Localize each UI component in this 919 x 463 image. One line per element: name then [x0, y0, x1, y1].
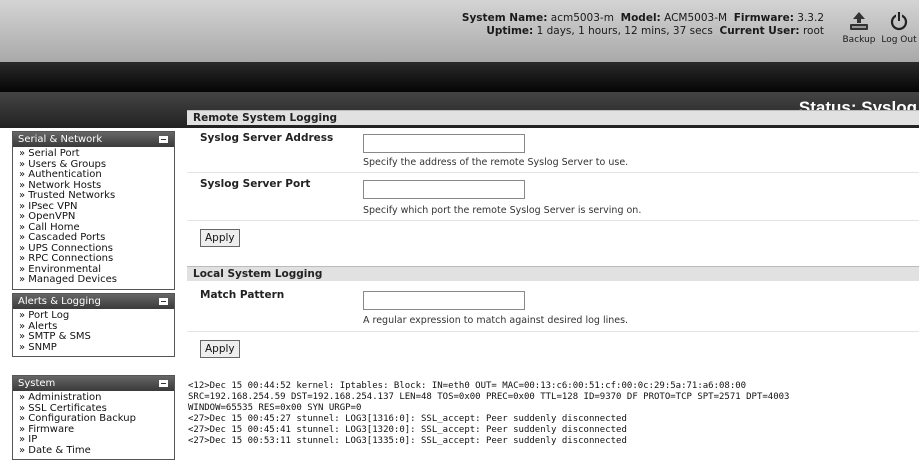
log-line: <27>Dec 15 00:53:11 stunnel: LOG3[1335:0…: [188, 436, 627, 446]
uptime: 1 days, 1 hours, 12 mins, 37 secs: [536, 25, 713, 37]
sidebar-panel-alerts-logging: Alerts & Logging Port Log Alerts SMTP & …: [12, 293, 175, 357]
collapse-icon[interactable]: [159, 136, 168, 143]
log-line: SRC=192.168.254.59 DST=192.168.254.137 L…: [188, 392, 790, 402]
sidebar-item-snmp[interactable]: SNMP: [19, 342, 170, 354]
divider: [187, 172, 919, 173]
match-pattern-input[interactable]: [363, 291, 525, 310]
sidebar-panel-header[interactable]: Serial & Network: [13, 132, 174, 147]
sidebar-item-port-log[interactable]: Port Log: [19, 310, 170, 322]
current-user: root: [802, 25, 824, 37]
sidebar-list: Administration SSL Certificates Configur…: [13, 391, 174, 459]
current-user-label: Current User:: [719, 25, 800, 37]
remote-apply-button[interactable]: Apply: [200, 229, 240, 247]
remote-logging-section-header: Remote System Logging: [187, 110, 919, 125]
sidebar-item-firmware[interactable]: Firmware: [19, 424, 170, 436]
syslog-server-port-help: Specify which port the remote Syslog Ser…: [363, 205, 642, 216]
sidebar-list: Port Log Alerts SMTP & SMS SNMP: [13, 309, 174, 356]
collapse-icon[interactable]: [159, 298, 168, 305]
local-apply-button[interactable]: Apply: [200, 340, 240, 358]
sidebar-item-rpc-connections[interactable]: RPC Connections: [19, 253, 170, 265]
log-line: <27>Dec 15 00:45:41 stunnel: LOG3[1320:0…: [188, 425, 627, 435]
system-name: acm5003-m: [550, 12, 614, 24]
match-pattern-help: A regular expression to match against de…: [363, 315, 629, 326]
sidebar-item-configuration-backup[interactable]: Configuration Backup: [19, 413, 170, 425]
nav-bar: [0, 62, 919, 92]
syslog-server-address-help: Specify the address of the remote Syslog…: [363, 157, 629, 168]
sidebar-panel-serial-network: Serial & Network Serial Port Users & Gro…: [12, 131, 175, 290]
sidebar-panel-header[interactable]: System: [13, 376, 174, 391]
syslog-output: <12>Dec 15 00:44:52 kernel: Iptables: Bl…: [188, 381, 919, 447]
syslog-server-address-label: Syslog Server Address: [200, 132, 334, 144]
panel-title: Alerts & Logging: [18, 296, 101, 307]
local-logging-section-header: Local System Logging: [187, 266, 919, 281]
system-name-label: System Name:: [461, 12, 548, 24]
panel-title: System: [18, 378, 56, 389]
backup-button[interactable]: Backup: [839, 10, 879, 45]
logout-button[interactable]: Log Out: [879, 10, 919, 45]
backup-icon: [839, 10, 879, 32]
divider: [187, 220, 919, 221]
sidebar-item-authentication[interactable]: Authentication: [19, 169, 170, 181]
panel-title: Serial & Network: [18, 134, 103, 145]
syslog-server-port-label: Syslog Server Port: [200, 178, 311, 190]
sidebar-item-openvpn[interactable]: OpenVPN: [19, 211, 170, 223]
sidebar-list: Serial Port Users & Groups Authenticatio…: [13, 147, 174, 289]
sidebar-item-managed-devices[interactable]: Managed Devices: [19, 274, 170, 286]
power-icon: [879, 10, 919, 32]
match-pattern-label: Match Pattern: [200, 289, 285, 301]
sidebar-item-smtp-sms[interactable]: SMTP & SMS: [19, 331, 170, 343]
syslog-server-port-input[interactable]: [363, 180, 525, 199]
top-header: System Name: acm5003-m Model: ACM5003-M …: [0, 0, 919, 62]
sidebar-item-administration[interactable]: Administration: [19, 392, 170, 404]
sidebar-item-trusted-networks[interactable]: Trusted Networks: [19, 190, 170, 202]
model: ACM5003-M: [664, 12, 728, 24]
backup-label: Backup: [842, 35, 876, 45]
firmware-version: 3.3.2: [797, 12, 824, 24]
logout-label: Log Out: [881, 35, 917, 45]
sidebar-panel-system: System Administration SSL Certificates C…: [12, 375, 175, 460]
log-line: <27>Dec 15 00:45:27 stunnel: LOG3[1316:0…: [188, 414, 627, 424]
sidebar-item-ip[interactable]: IP: [19, 434, 170, 446]
sidebar-item-date-time[interactable]: Date & Time: [19, 445, 170, 457]
log-line: WINDOW=65535 RES=0x00 SYN URGP=0: [188, 403, 362, 413]
collapse-icon[interactable]: [159, 380, 168, 387]
model-label: Model:: [620, 12, 661, 24]
sidebar-item-serial-port[interactable]: Serial Port: [19, 148, 170, 160]
firmware-label: Firmware:: [733, 12, 794, 24]
syslog-server-address-input[interactable]: [363, 134, 525, 153]
system-info: System Name: acm5003-m Model: ACM5003-M …: [462, 12, 824, 38]
sidebar-item-cascaded-ports[interactable]: Cascaded Ports: [19, 232, 170, 244]
sidebar-panel-header[interactable]: Alerts & Logging: [13, 294, 174, 309]
uptime-label: Uptime:: [486, 25, 534, 37]
divider: [187, 331, 919, 332]
log-line: <12>Dec 15 00:44:52 kernel: Iptables: Bl…: [188, 381, 747, 391]
